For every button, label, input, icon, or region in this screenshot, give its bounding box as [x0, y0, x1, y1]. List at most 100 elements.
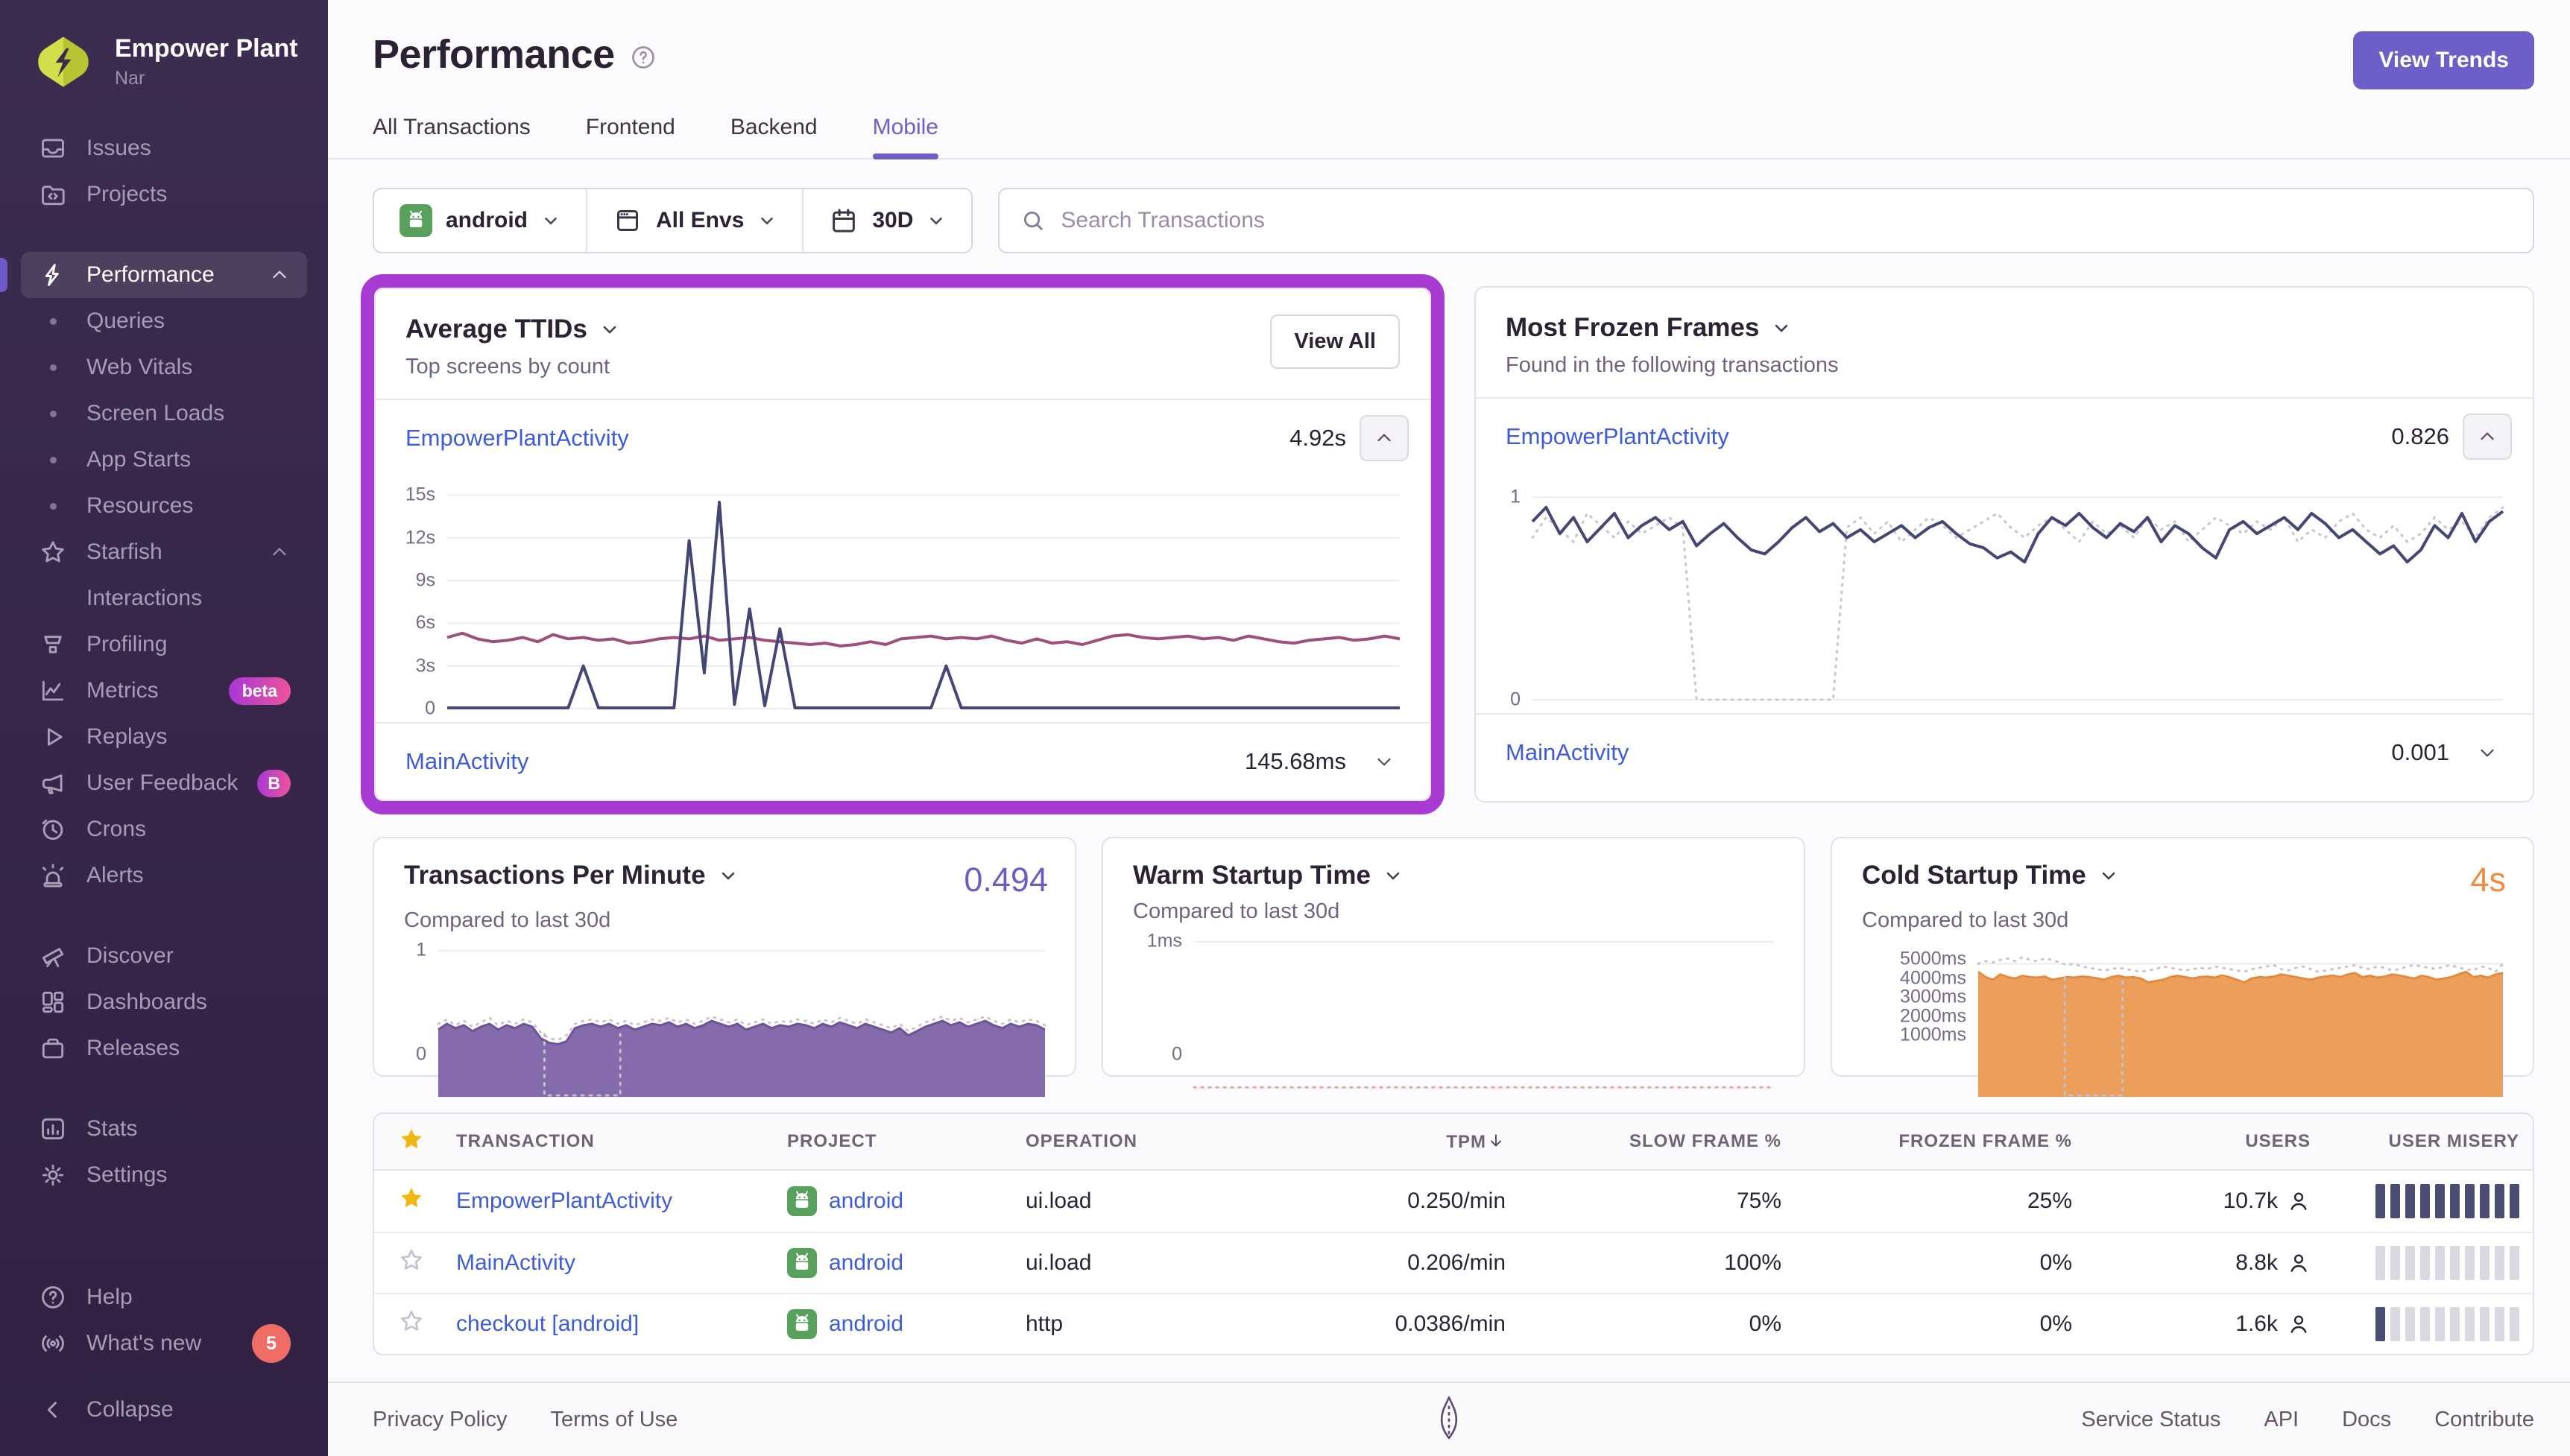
tpm-title-dropdown[interactable]: Transactions Per Minute — [404, 861, 739, 890]
sidebar-item-interactions[interactable]: Interactions — [21, 575, 307, 621]
sidebar-item-discover[interactable]: Discover — [21, 933, 307, 979]
users-count: 10.7k — [2223, 1188, 2278, 1213]
environment-filter[interactable]: All Envs — [587, 189, 804, 252]
user-misery-bars — [2337, 1307, 2519, 1341]
sidebar-item-issues[interactable]: Issues — [21, 125, 307, 171]
chevron-up-icon — [268, 264, 291, 286]
sidebar-item-label: Crons — [86, 817, 147, 841]
profiling-icon — [37, 629, 69, 660]
transaction-link[interactable]: EmpowerPlantActivity — [456, 1188, 672, 1213]
most-frozen-frames-panel: Most Frozen Frames Found in the followin… — [1474, 286, 2534, 803]
transaction-link[interactable]: MainActivity — [1506, 739, 1629, 766]
footer-link-docs[interactable]: Docs — [2342, 1408, 2391, 1432]
collapse-toggle-button[interactable] — [2463, 414, 2512, 460]
sidebar-item-releases[interactable]: Releases — [21, 1025, 307, 1072]
metric-value: 0.001 — [2391, 739, 2449, 765]
collapse-button[interactable]: Collapse — [21, 1374, 307, 1446]
sidebar-item-performance[interactable]: Performance — [0, 252, 307, 298]
star-column-header[interactable] — [374, 1126, 443, 1158]
tab-backend[interactable]: Backend — [730, 115, 818, 158]
tab-mobile[interactable]: Mobile — [872, 115, 939, 159]
column-header-project[interactable]: PROJECT — [774, 1131, 1012, 1152]
sidebar-item-settings[interactable]: Settings — [21, 1152, 307, 1198]
sidebar-item-user-feedback[interactable]: User Feedback B — [21, 760, 307, 806]
view-all-button[interactable]: View All — [1270, 314, 1400, 369]
project-filter[interactable]: android — [374, 189, 587, 252]
sidebar-item-profiling[interactable]: Profiling — [21, 621, 307, 668]
warm-startup-title-dropdown[interactable]: Warm Startup Time — [1133, 861, 1404, 890]
android-icon — [787, 1309, 817, 1339]
footer-link-api[interactable]: API — [2264, 1408, 2299, 1432]
date-range-filter-label: 30D — [872, 208, 914, 232]
column-header-users[interactable]: USERS — [2086, 1131, 2324, 1152]
transaction-link[interactable]: MainActivity — [456, 1250, 575, 1275]
sidebar-item-projects[interactable]: Projects — [21, 171, 307, 218]
footer-link-contribute[interactable]: Contribute — [2434, 1408, 2534, 1432]
org-name: Empower Plant — [115, 34, 298, 63]
expand-toggle-button[interactable] — [2463, 729, 2512, 776]
sidebar-item-app-starts[interactable]: App Starts — [21, 437, 307, 483]
footer-link-privacy-policy[interactable]: Privacy Policy — [373, 1408, 508, 1432]
footer-link-service-status[interactable]: Service Status — [2081, 1408, 2220, 1432]
column-header-frozen-frame[interactable]: FROZEN FRAME % — [1795, 1131, 2086, 1152]
sidebar-item-label: Discover — [86, 943, 174, 968]
tab-bar: All Transactions Frontend Backend Mobile — [328, 89, 2570, 159]
sidebar-item-queries[interactable]: Queries — [21, 298, 307, 344]
axis-tick-label: 3000ms — [1900, 986, 1966, 1007]
project-cell: android — [774, 1248, 1012, 1278]
average-ttids-title-dropdown[interactable]: Average TTIDs — [405, 314, 620, 344]
bullet-icon — [37, 444, 69, 475]
sidebar-item-what-s-new[interactable]: What's new 5 — [21, 1320, 307, 1367]
cold-startup-title-dropdown[interactable]: Cold Startup Time — [1862, 861, 2119, 890]
sidebar-item-indent — [37, 583, 69, 614]
column-header-transaction[interactable]: TRANSACTION — [443, 1131, 774, 1152]
sidebar-item-dashboards[interactable]: Dashboards — [21, 979, 307, 1025]
sidebar-item-replays[interactable]: Replays — [21, 714, 307, 760]
sidebar-item-crons[interactable]: Crons — [21, 806, 307, 852]
search-input[interactable] — [1061, 208, 2512, 233]
footer-link-terms-of-use[interactable]: Terms of Use — [551, 1408, 678, 1432]
chevron-down-icon — [1386, 872, 1400, 880]
metric-value: 0.826 — [2391, 423, 2449, 449]
star-outline-icon[interactable] — [374, 1247, 443, 1279]
releases-icon — [37, 1033, 69, 1064]
expand-toggle-button[interactable] — [1360, 738, 1409, 785]
date-range-filter[interactable]: 30D — [803, 189, 971, 252]
transaction-link[interactable]: checkout [android] — [456, 1311, 639, 1336]
chart-y-axis: 15s 12s 9s 6s 3s 0 — [385, 485, 447, 718]
sidebar-item-metrics[interactable]: Metrics beta — [21, 668, 307, 714]
org-switcher[interactable]: Empower Plant Nar — [0, 0, 328, 125]
column-header-tpm[interactable]: TPM — [1258, 1131, 1519, 1153]
panel-subtitle: Found in the following transactions — [1506, 353, 1839, 377]
transaction-link[interactable]: MainActivity — [405, 748, 528, 775]
column-header-operation[interactable]: OPERATION — [1012, 1131, 1258, 1152]
table-header-row: TRANSACTION PROJECT OPERATION TPM SLOW FRAME… — [374, 1114, 2533, 1171]
sidebar-item-stats[interactable]: Stats — [21, 1106, 307, 1152]
projects-icon — [37, 179, 69, 210]
sidebar-item-resources[interactable]: Resources — [21, 483, 307, 529]
sidebar-item-screen-loads[interactable]: Screen Loads — [21, 390, 307, 437]
most-frozen-frames-title-dropdown[interactable]: Most Frozen Frames — [1506, 313, 2503, 343]
tab-all-transactions[interactable]: All Transactions — [373, 115, 531, 158]
project-link[interactable]: android — [829, 1311, 903, 1337]
star-outline-icon[interactable] — [374, 1308, 443, 1341]
project-link[interactable]: android — [829, 1250, 903, 1276]
star-filled-icon[interactable] — [374, 1185, 443, 1218]
column-header-slow-frame[interactable]: SLOW FRAME % — [1519, 1131, 1795, 1152]
sidebar-item-starfish[interactable]: Starfish — [21, 529, 307, 575]
transaction-link[interactable]: EmpowerPlantActivity — [405, 425, 629, 452]
question-circle-icon[interactable] — [630, 44, 657, 71]
column-header-user-misery[interactable]: USER MISERY — [2324, 1131, 2533, 1152]
transaction-link[interactable]: EmpowerPlantActivity — [1506, 423, 1729, 450]
sidebar-item-help[interactable]: Help — [21, 1274, 307, 1320]
project-link[interactable]: android — [829, 1188, 903, 1214]
sidebar-item-web-vitals[interactable]: Web Vitals — [21, 344, 307, 390]
tab-frontend[interactable]: Frontend — [586, 115, 675, 158]
view-trends-button[interactable]: View Trends — [2353, 31, 2534, 89]
collapse-toggle-button[interactable] — [1360, 415, 1409, 461]
panel-title: Cold Startup Time — [1862, 861, 2086, 890]
chart-plot — [437, 948, 1046, 1098]
metric-right: 0.001 — [2391, 729, 2512, 776]
sidebar-item-alerts[interactable]: Alerts — [21, 852, 307, 899]
panel-subtitle: Compared to last 30d — [1862, 908, 2069, 932]
